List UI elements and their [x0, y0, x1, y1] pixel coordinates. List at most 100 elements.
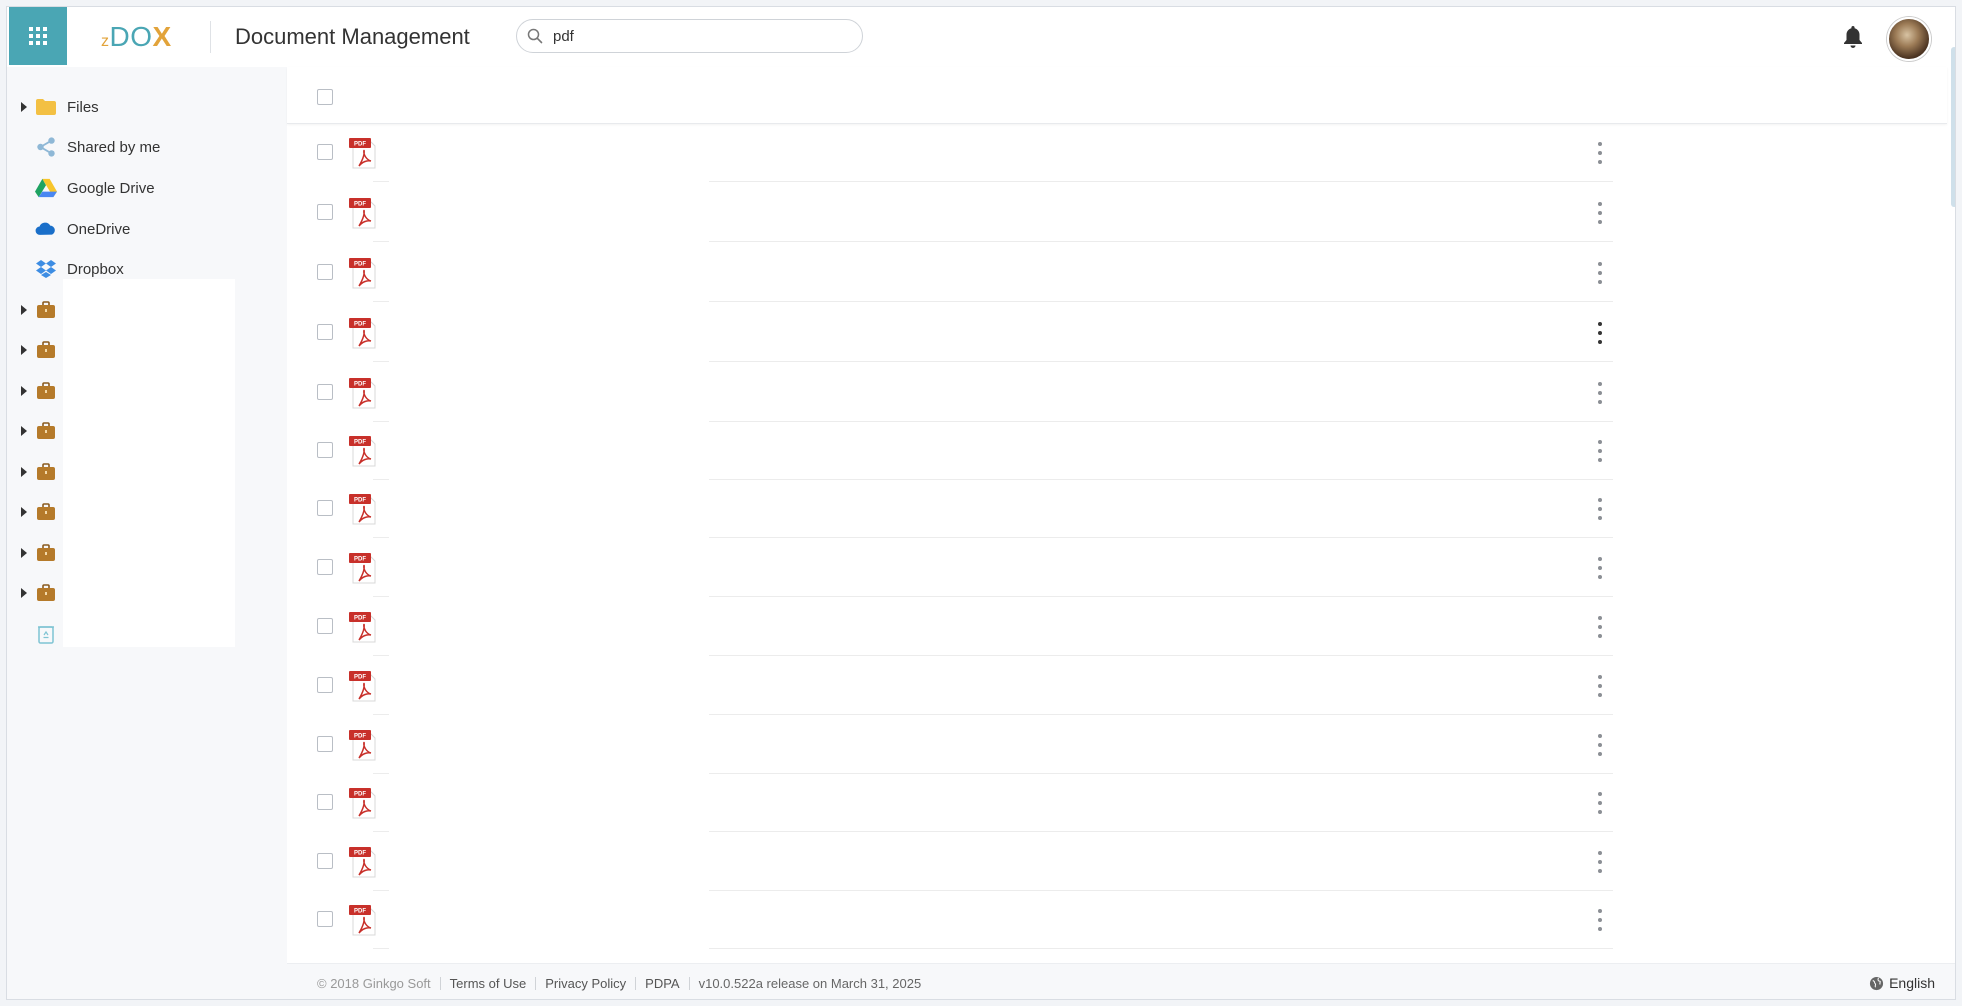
pdf-icon: PDF [349, 138, 376, 169]
file-row[interactable]: PDF [307, 184, 1613, 242]
file-row[interactable]: PDF [307, 891, 1613, 949]
pdf-icon: PDF [349, 553, 376, 584]
expand-arrow-icon[interactable] [21, 467, 27, 477]
row-divider [709, 241, 1613, 242]
row-checkbox[interactable] [317, 144, 333, 160]
search-box[interactable] [516, 19, 863, 53]
file-row[interactable]: PDF [307, 657, 1613, 715]
briefcase-icon [35, 380, 57, 402]
language-label: English [1889, 975, 1935, 991]
pdf-icon: PDF [349, 436, 376, 467]
row-checkbox[interactable] [317, 736, 333, 752]
expand-arrow-icon[interactable] [21, 102, 27, 112]
expand-arrow-icon[interactable] [21, 588, 27, 598]
expand-arrow-icon[interactable] [21, 507, 27, 517]
briefcase-icon [35, 420, 57, 442]
row-checkbox[interactable] [317, 264, 333, 280]
row-checkbox[interactable] [317, 324, 333, 340]
app-window: zDOX Document Management Files Shared by… [6, 6, 1956, 1000]
row-divider [373, 361, 389, 362]
row-checkbox[interactable] [317, 559, 333, 575]
pdf-icon: PDF [349, 378, 376, 409]
terms-link[interactable]: Terms of Use [450, 976, 527, 991]
privacy-link[interactable]: Privacy Policy [545, 976, 626, 991]
vertical-scrollbar[interactable] [1951, 47, 1955, 207]
row-menu-button[interactable] [1597, 382, 1603, 404]
google-drive-icon [35, 177, 57, 199]
file-row[interactable]: PDF [307, 244, 1613, 302]
row-checkbox[interactable] [317, 853, 333, 869]
file-row[interactable]: PDF [307, 364, 1613, 422]
zdox-logo[interactable]: zDOX [101, 21, 172, 53]
row-checkbox[interactable] [317, 911, 333, 927]
file-row[interactable]: PDF [307, 598, 1613, 656]
briefcase-icon [35, 582, 57, 604]
svg-text:PDF: PDF [354, 202, 366, 208]
row-checkbox[interactable] [317, 204, 333, 220]
file-row[interactable]: PDF [307, 124, 1613, 182]
row-checkbox[interactable] [317, 384, 333, 400]
redacted-area [63, 279, 235, 647]
row-checkbox[interactable] [317, 442, 333, 458]
pdf-icon: PDF [349, 730, 376, 761]
row-menu-button[interactable] [1597, 734, 1603, 756]
expand-arrow-icon[interactable] [21, 426, 27, 436]
file-row[interactable]: PDF [307, 716, 1613, 774]
file-row[interactable]: PDF [307, 774, 1613, 832]
row-divider [373, 714, 389, 715]
row-menu-button[interactable] [1597, 851, 1603, 873]
row-checkbox[interactable] [317, 794, 333, 810]
row-menu-button[interactable] [1597, 909, 1603, 931]
recycle-bin-icon [35, 623, 57, 645]
sidebar-item-label: Dropbox [67, 260, 124, 278]
expand-arrow-icon[interactable] [21, 345, 27, 355]
row-menu-button[interactable] [1597, 498, 1603, 520]
sidebar-footer [7, 963, 287, 999]
row-menu-button[interactable] [1597, 440, 1603, 462]
file-row[interactable]: PDF [307, 422, 1613, 480]
row-menu-button[interactable] [1597, 262, 1603, 284]
row-menu-button[interactable] [1597, 675, 1603, 697]
row-menu-button[interactable] [1597, 557, 1603, 579]
svg-text:PDF: PDF [354, 262, 366, 268]
row-checkbox[interactable] [317, 677, 333, 693]
file-row[interactable]: PDF [307, 833, 1613, 891]
row-menu-button[interactable] [1597, 792, 1603, 814]
pdpa-link[interactable]: PDPA [645, 976, 679, 991]
search-input[interactable] [551, 26, 845, 46]
row-menu-button-active[interactable] [1597, 322, 1603, 344]
row-divider [709, 181, 1613, 182]
bell-icon[interactable] [1841, 24, 1865, 50]
row-checkbox[interactable] [317, 618, 333, 634]
svg-text:PDF: PDF [354, 909, 366, 915]
pdf-icon: PDF [349, 905, 376, 936]
pdf-icon: PDF [349, 318, 376, 349]
sidebar-item-onedrive[interactable]: OneDrive [7, 214, 287, 244]
row-checkbox[interactable] [317, 500, 333, 516]
file-row[interactable]: PDF [307, 539, 1613, 597]
language-selector[interactable]: English [1869, 975, 1935, 991]
sidebar-item-google-drive[interactable]: Google Drive [7, 173, 287, 203]
select-all-checkbox[interactable] [317, 89, 333, 105]
svg-text:PDF: PDF [354, 382, 366, 388]
header-divider [210, 21, 211, 53]
sidebar: Files Shared by me Google Drive OneDrive… [7, 67, 287, 999]
file-row[interactable]: PDF [307, 304, 1613, 362]
file-row[interactable]: PDF [307, 480, 1613, 538]
dropbox-icon [35, 258, 57, 280]
row-menu-button[interactable] [1597, 202, 1603, 224]
user-avatar[interactable] [1887, 17, 1931, 61]
briefcase-icon [35, 339, 57, 361]
share-icon [35, 136, 57, 158]
sidebar-item-files[interactable]: Files [7, 92, 287, 122]
expand-arrow-icon[interactable] [21, 305, 27, 315]
app-launcher-button[interactable] [9, 7, 67, 65]
expand-arrow-icon[interactable] [21, 548, 27, 558]
row-divider [373, 181, 389, 182]
row-menu-button[interactable] [1597, 616, 1603, 638]
sidebar-item-shared[interactable]: Shared by me [7, 132, 287, 162]
row-menu-button[interactable] [1597, 142, 1603, 164]
row-divider [373, 241, 389, 242]
expand-arrow-icon[interactable] [21, 386, 27, 396]
svg-text:PDF: PDF [354, 851, 366, 857]
